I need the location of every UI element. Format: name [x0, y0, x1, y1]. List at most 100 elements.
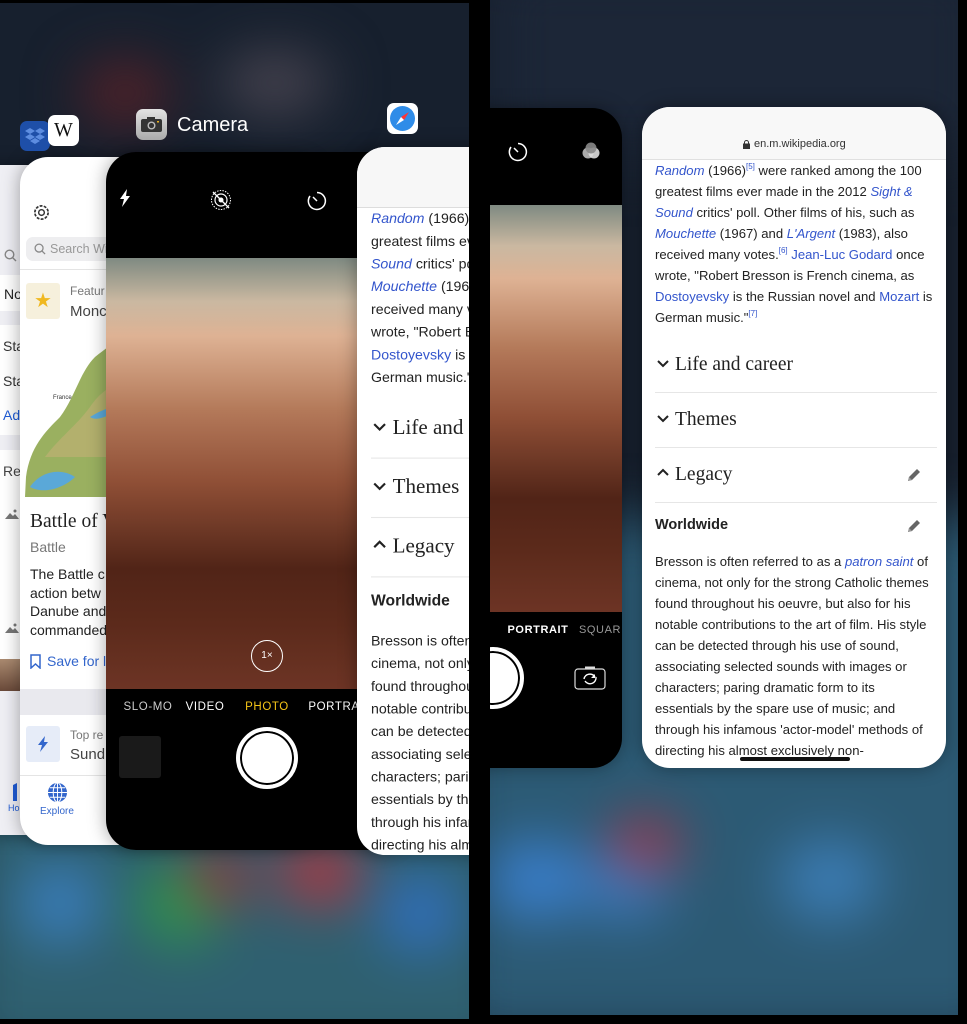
tab-explore[interactable]: Explore — [38, 782, 78, 822]
live-photo-off-icon[interactable] — [210, 189, 232, 211]
article-text: (1967) and — [716, 226, 787, 241]
safari-app-card[interactable]: en.m.wikipedia.org Random (1966)[5] were… — [642, 107, 946, 768]
zoom-button[interactable]: 1× — [251, 640, 283, 672]
shutter-button[interactable] — [490, 647, 524, 709]
article-link[interactable]: Sound — [371, 256, 412, 272]
camera-app-icon — [136, 109, 167, 140]
paragraph-line: notable contributions to the art of film… — [655, 614, 937, 635]
section-themes[interactable]: Themes — [371, 459, 469, 519]
article-text: received many votes. — [655, 247, 779, 262]
section-title: Legacy — [675, 464, 733, 485]
intro-line: German music."[7] — [655, 307, 937, 328]
gear-icon[interactable] — [32, 203, 51, 222]
article-title[interactable]: Battle of V — [30, 511, 116, 533]
paragraph-line: Bresson is often referred to as a patron… — [371, 629, 469, 652]
mode-square[interactable]: SQUAR — [579, 624, 621, 636]
flash-icon[interactable] — [119, 189, 131, 207]
article-text: can be detected through his use of sound… — [655, 638, 899, 653]
paragraph-line: essentials by the spare use of music; an… — [371, 788, 469, 811]
paragraph-line: associating selected sounds with images … — [655, 656, 937, 677]
citation-link[interactable]: [7] — [748, 309, 757, 318]
intro-line: Sound critics' poll. Other films of his,… — [655, 202, 937, 223]
photo-icon — [5, 509, 19, 519]
article-link[interactable]: Dostoyevsky — [371, 346, 451, 362]
article-link[interactable]: Sight & — [870, 184, 912, 199]
mode-photo[interactable]: PHOTO — [245, 701, 289, 713]
intro-line: received many votes.[6] Jean-Luc Godard … — [655, 244, 937, 265]
mode-portrait[interactable]: PORTRAIT — [507, 624, 568, 636]
paragraph-line: cinema, not only for the strong Catholic… — [655, 572, 937, 593]
intro-line: Sound critics' poll. Other films of his,… — [371, 252, 469, 275]
add-link[interactable]: Ad — [3, 407, 20, 423]
chevron-down-icon — [657, 360, 669, 368]
article-link[interactable]: Sound — [655, 205, 693, 220]
mode-slo-mo[interactable]: SLO-MO — [124, 701, 173, 713]
article-link[interactable]: L'Argent — [787, 226, 835, 241]
mode-video[interactable]: VIDEO — [186, 701, 225, 713]
section-legacy[interactable]: Legacy — [371, 518, 469, 578]
article-text: notable contributions to the art of film… — [655, 617, 927, 632]
article-link[interactable]: Jean-Luc Godard — [791, 247, 892, 262]
article-link[interactable]: Dostoyevsky — [655, 289, 729, 304]
intro-line: Dostoyevsky is the Russian novel and Moz… — [655, 286, 937, 307]
map-image[interactable] — [20, 337, 120, 502]
timer-icon[interactable] — [508, 142, 528, 162]
article-link[interactable]: Random — [371, 210, 424, 226]
article-text: critics' poll. Other films of his, such … — [692, 205, 915, 220]
chevron-down-icon — [657, 415, 669, 423]
intro-line: German music."[7] — [371, 366, 469, 389]
edit-pencil-icon[interactable] — [906, 518, 922, 534]
url-text: en.m.wikipedia.org — [754, 138, 846, 150]
article-text: greatest films ever made in the 2012 — [371, 232, 469, 250]
edit-pencil-icon[interactable] — [906, 467, 922, 483]
article-text: found throughout his oeuvre, but also fo… — [655, 596, 911, 611]
article-text: (1983), also — [835, 226, 908, 241]
article-text: wrote, "Robert Bresson is French cinema,… — [371, 323, 469, 340]
safari-app-card[interactable]: Random (1966)[5] were ranked among the 1… — [357, 147, 469, 855]
article-link[interactable]: Mouchette — [371, 278, 437, 294]
flip-camera-icon[interactable] — [574, 666, 606, 690]
top-read-badge — [26, 726, 60, 762]
address-bar[interactable]: en.m.wikipedia.org — [642, 107, 946, 160]
citation-link[interactable]: [6] — [779, 246, 788, 255]
lock-icon — [743, 140, 750, 149]
timer-icon[interactable] — [307, 191, 327, 211]
article-text: is — [919, 289, 933, 304]
camera-viewfinder[interactable] — [490, 205, 622, 612]
right-app-switcher-screen: PORTRAIT SQUAR en.m.wikipedia.org Random… — [490, 0, 958, 1015]
mode-portrait[interactable]: PORTRA — [308, 701, 359, 713]
article-link[interactable]: patron saint — [845, 554, 913, 569]
paragraph-line: Bresson is often referred to as a patron… — [655, 551, 937, 572]
tab-home[interactable]: Ho — [8, 803, 20, 813]
citation-link[interactable]: [5] — [746, 162, 755, 171]
search-icon — [34, 243, 46, 255]
article-text: associating selected sounds with images … — [371, 745, 469, 763]
article-link[interactable]: Mozart — [879, 289, 919, 304]
home-indicator[interactable] — [740, 757, 850, 761]
section-themes[interactable]: Themes — [655, 393, 937, 448]
top-read-title[interactable]: Sund — [70, 746, 105, 763]
article-text: found throughout his oeuvre, but also fo… — [371, 677, 469, 695]
section-legacy[interactable]: Legacy — [655, 448, 937, 503]
article-link[interactable]: Random — [655, 163, 705, 178]
filters-icon[interactable] — [581, 142, 601, 160]
article-text: directing his almost exclusively non- — [371, 836, 469, 853]
article-text: characters; paring dramatic form to its — [371, 768, 469, 785]
article-link[interactable]: Mouchette — [655, 226, 716, 241]
intro-line: greatest films ever made in the 2012 Sig… — [655, 181, 937, 202]
shutter-button[interactable] — [236, 727, 298, 789]
subsection-title: Worldwide — [655, 517, 729, 533]
featured-title[interactable]: Monc — [70, 303, 107, 320]
camera-app-label: Camera — [177, 114, 249, 136]
section-life-and-career[interactable]: Life and career — [655, 338, 937, 393]
top-read-label: Top re — [70, 728, 104, 742]
chevron-down-icon — [373, 482, 386, 491]
article-text: of — [913, 554, 928, 569]
section-life-and-career[interactable]: Life and career — [371, 399, 469, 459]
intro-line: Dostoyevsky is the Russian novel and Moz… — [371, 343, 469, 366]
intro-line: wrote, "Robert Bresson is French cinema,… — [371, 320, 469, 343]
photo-thumbnail[interactable] — [119, 736, 161, 778]
intro-line: Random (1966)[5] were ranked among the 1… — [655, 160, 937, 181]
camera-app-card[interactable]: PORTRAIT SQUAR — [490, 108, 622, 768]
wikipedia-app-icon: W — [48, 115, 79, 146]
